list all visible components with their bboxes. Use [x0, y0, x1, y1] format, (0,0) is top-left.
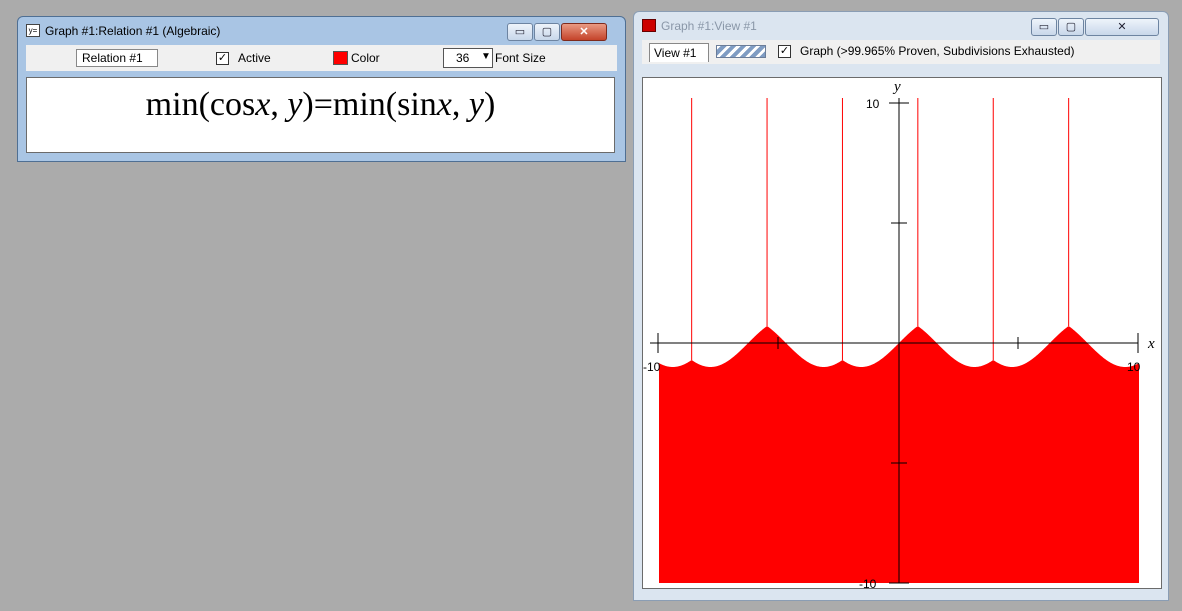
relation-window-icon: y= [26, 24, 40, 37]
y-tick-label-top: 10 [866, 97, 880, 111]
x-axis-label: x [1147, 336, 1155, 352]
active-label: Active [238, 51, 271, 65]
relation-name-text: Relation #1 [82, 51, 143, 65]
relation-window-title: Graph #1:Relation #1 (Algebraic) [45, 24, 221, 38]
active-checkbox[interactable]: ✓ [216, 52, 229, 65]
maximize-icon: ▢ [1065, 21, 1077, 33]
close-icon: ✕ [1117, 21, 1127, 33]
relation-name-field[interactable]: Relation #1 [76, 49, 158, 67]
minimize-icon: ▭ [1038, 21, 1050, 33]
close-icon: ✕ [579, 26, 589, 38]
view-minimize-button[interactable]: ▭ [1031, 18, 1057, 36]
graph-status-label: Graph (>99.965% Proven, Subdivisions Exh… [800, 44, 1075, 58]
dropdown-arrow-icon: ▼ [481, 51, 491, 62]
y-tick-label-bottom: -10 [859, 577, 877, 588]
view-toolbar: View #1 ✓ Graph (>99.965% Proven, Subdiv… [642, 40, 1160, 64]
color-label: Color [351, 51, 380, 65]
view-titlebar[interactable]: Graph #1:View #1 ▭ ▢ ✕ [634, 12, 1168, 40]
minimize-icon: ▭ [514, 26, 526, 38]
minimize-button[interactable]: ▭ [507, 23, 533, 41]
formula-area[interactable]: min(cosx, y)=min(sinx, y) [26, 77, 615, 153]
view-tab-label: View #1 [654, 46, 697, 60]
close-button[interactable]: ✕ [561, 23, 607, 41]
x-tick-label-right: 10 [1127, 360, 1141, 374]
graph-checkbox[interactable]: ✓ [778, 45, 791, 58]
view-close-button[interactable]: ✕ [1085, 18, 1159, 36]
relation-toolbar: Relation #1 ✓ Active Color 36 ▼ Font Siz… [26, 45, 617, 71]
hatch-pattern-swatch[interactable] [716, 45, 766, 58]
view-tab[interactable]: View #1 [649, 43, 709, 62]
font-size-select[interactable]: 36 ▼ [443, 48, 493, 68]
maximize-button[interactable]: ▢ [534, 23, 560, 41]
formula-text: min(cosx, y)=min(sinx, y) [145, 86, 496, 123]
maximize-icon: ▢ [541, 26, 553, 38]
color-swatch[interactable] [333, 51, 348, 65]
view-window: Graph #1:View #1 ▭ ▢ ✕ View #1 ✓ Graph (… [633, 11, 1169, 601]
x-tick-label-left: -10 [643, 360, 661, 374]
view-maximize-button[interactable]: ▢ [1058, 18, 1084, 36]
font-size-value: 36 [456, 51, 470, 65]
graph-canvas[interactable]: y x 10 -10 -10 10 [642, 77, 1162, 589]
y-axis-label: y [892, 79, 901, 95]
graph-plot: y x 10 -10 -10 10 [643, 79, 1155, 588]
graph-window-icon [642, 19, 656, 32]
font-size-label: Font Size [495, 51, 546, 65]
relation-window: y= Graph #1:Relation #1 (Algebraic) ▭ ▢ … [17, 16, 626, 162]
relation-titlebar[interactable]: y= Graph #1:Relation #1 (Algebraic) ▭ ▢ … [18, 17, 625, 45]
view-window-title: Graph #1:View #1 [661, 19, 757, 33]
